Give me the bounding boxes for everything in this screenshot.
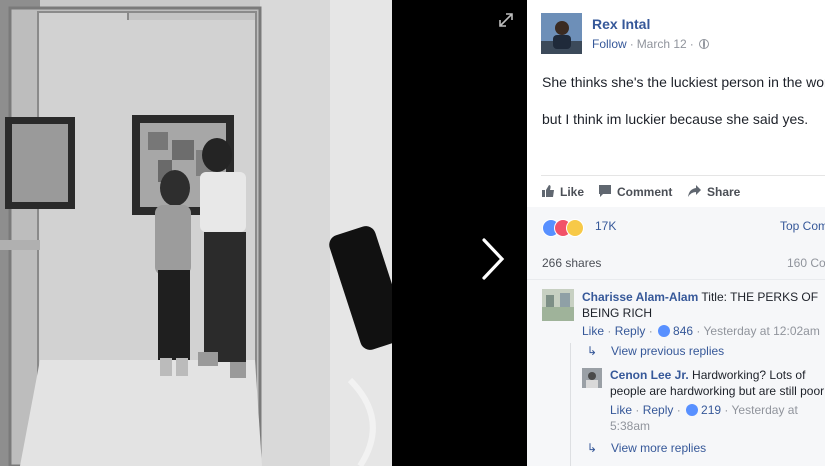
share-icon — [688, 185, 701, 197]
top-comments-dropdown[interactable]: Top Comments — [780, 219, 825, 233]
comment-reply-link[interactable]: Reply — [615, 324, 646, 338]
reply-like-count-icon — [686, 404, 699, 416]
share-label: Share — [707, 185, 741, 199]
comment-button[interactable]: Comment — [598, 184, 672, 199]
reaction-count[interactable]: 17K — [595, 219, 616, 233]
sad-reaction-icon — [566, 219, 584, 237]
globe-icon — [698, 39, 709, 49]
commenter-avatar[interactable] — [542, 289, 574, 321]
follow-link[interactable]: Follow — [592, 37, 627, 51]
elevator-mirror-selfie-image — [0, 0, 392, 466]
author-avatar[interactable] — [541, 13, 582, 54]
comment-icon — [599, 185, 611, 197]
comment: Charisse Alam-Alam Title: THE PERKS OF B… — [582, 289, 825, 321]
reply-reply-link[interactable]: Reply — [643, 403, 674, 417]
comment-label: Comment — [617, 185, 673, 199]
reply-like-link[interactable]: Like — [610, 403, 632, 417]
replier-name[interactable]: Cenon Lee Jr. — [610, 368, 689, 382]
post-text-line-2: but I think im luckier because she said … — [542, 111, 809, 127]
like-button[interactable]: Like — [541, 184, 584, 199]
comment-time[interactable]: Yesterday at 12:02am — [704, 324, 820, 338]
reply-thread-line — [570, 343, 571, 466]
photo-viewer — [0, 0, 527, 466]
view-previous-replies-link[interactable]: View previous replies — [611, 344, 724, 358]
share-button[interactable]: Share — [687, 184, 740, 199]
author-name[interactable]: Rex Intal — [592, 16, 650, 32]
comments-section: Charisse Alam-Alam Title: THE PERKS OF B… — [527, 279, 825, 466]
post-meta: Follow · March 12 · — [592, 37, 709, 51]
like-label: Like — [560, 185, 585, 199]
like-count-icon — [658, 325, 671, 337]
post-action-bar: Like Comment Share — [541, 175, 825, 209]
replier-avatar[interactable] — [582, 368, 602, 388]
reply-comment: Cenon Lee Jr. Hardworking? Lots of peopl… — [610, 367, 825, 399]
post-header: Rex Intal Follow · March 12 · — [541, 13, 825, 55]
comments-count[interactable]: 160 Comments — [787, 256, 825, 270]
comment-like-link[interactable]: Like — [582, 324, 604, 338]
shares-count[interactable]: 266 shares — [542, 256, 601, 270]
reply-arrow-icon: ↳ — [587, 344, 598, 358]
post-date[interactable]: March 12 — [637, 37, 687, 51]
reply-actions: Like · Reply · 219 · Yesterday at 5:38am — [610, 403, 798, 433]
commenter-name[interactable]: Charisse Alam-Alam — [582, 290, 698, 304]
reactions-summary: 17K Top Comments 266 shares 160 Comments — [527, 207, 825, 279]
expand-icon[interactable] — [497, 11, 515, 29]
reply-arrow-icon: ↳ — [587, 441, 598, 455]
post-text-line-1: She thinks she's the luckiest person in … — [542, 74, 825, 90]
post-panel: Rex Intal Follow · March 12 · She thinks sh… — [527, 0, 825, 466]
post-photo[interactable] — [0, 0, 392, 466]
thumbs-up-icon — [542, 185, 554, 197]
comment-actions: Like · Reply · 846 · Yesterday at 12:02a… — [582, 324, 820, 338]
comment-like-count[interactable]: 846 — [673, 324, 693, 338]
reply-like-count[interactable]: 219 — [701, 403, 721, 417]
chevron-right-icon[interactable] — [478, 236, 508, 282]
view-more-replies-link[interactable]: View more replies — [611, 441, 706, 455]
